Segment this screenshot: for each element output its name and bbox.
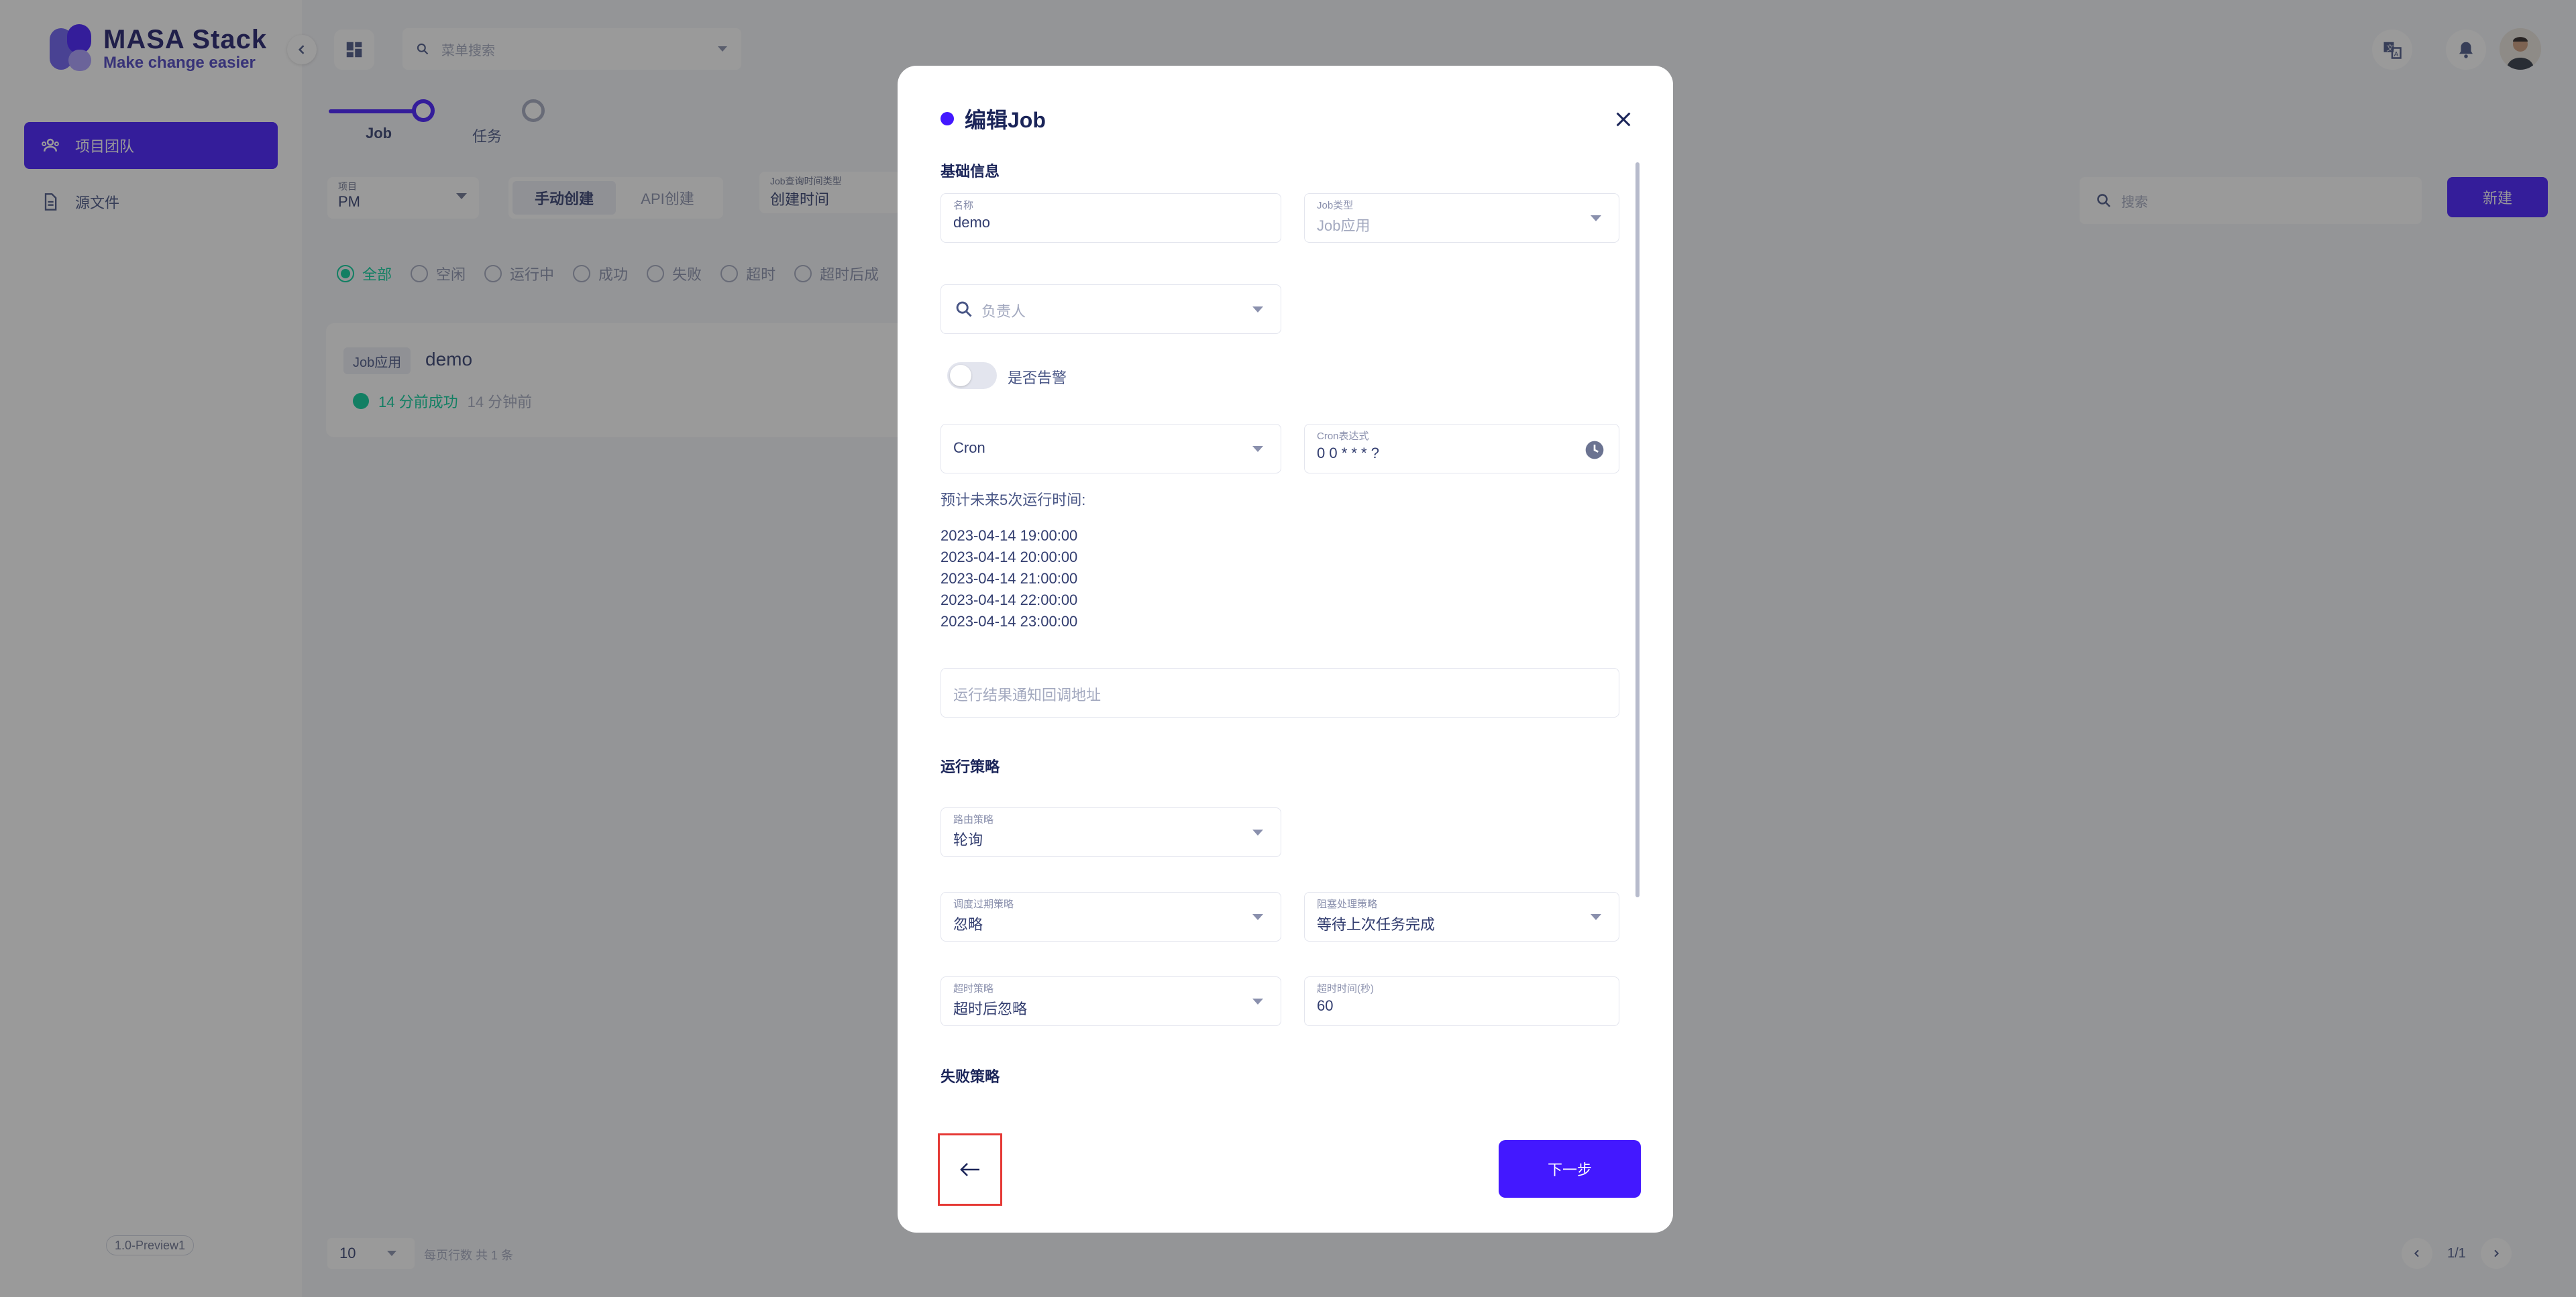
back-button[interactable] [938,1133,1002,1206]
section-basic-info: 基础信息 [941,163,1000,180]
run-preview-time: 2023-04-14 23:00:00 [941,613,1078,630]
name-field-label: 名称 [953,198,974,212]
close-icon [1616,112,1631,127]
arrow-left-icon [960,1163,979,1176]
route-strategy-select[interactable]: 路由策略 轮询 [941,807,1281,857]
dialog-scrollbar[interactable] [1635,162,1640,897]
block-strategy-label: 阻塞处理策略 [1317,897,1378,911]
callback-url-field[interactable]: 运行结果通知回调地址 [941,668,1619,718]
run-preview-time: 2023-04-14 22:00:00 [941,591,1078,608]
job-type-label: Job类型 [1317,198,1354,212]
run-preview-time: 2023-04-14 19:00:00 [941,527,1078,544]
callback-url-placeholder: 运行结果通知回调地址 [953,687,1102,703]
title-dot-icon [941,112,954,125]
name-field[interactable]: 名称 demo [941,193,1281,243]
owner-placeholder: 负责人 [981,303,1026,320]
clock-icon[interactable] [1584,439,1605,461]
section-run-strategy: 运行策略 [941,758,1000,775]
timeout-seconds-field[interactable]: 超时时间(秒) 60 [1304,976,1619,1026]
section-fail-strategy: 失败策略 [941,1068,1000,1085]
route-strategy-value: 轮询 [953,832,983,848]
job-type-value: Job应用 [1317,217,1371,234]
schedule-type-value: Cron [953,439,985,456]
name-field-value: demo [953,214,991,231]
block-strategy-value: 等待上次任务完成 [1317,916,1436,933]
dialog-header: 编辑Job [941,103,1046,134]
close-button[interactable] [1607,103,1640,135]
chevron-down-icon [1252,830,1263,836]
run-preview-title: 预计未来5次运行时间: [941,492,1086,508]
run-preview-time: 2023-04-14 21:00:00 [941,570,1078,587]
run-preview-time: 2023-04-14 20:00:00 [941,549,1078,565]
owner-select[interactable]: 负责人 [941,284,1281,334]
schedule-type-select[interactable]: Cron [941,424,1281,473]
alert-toggle-label: 是否告警 [1008,370,1067,386]
cron-expression-field[interactable]: Cron表达式 0 0 * * * ? [1304,424,1619,473]
job-type-select[interactable]: Job类型 Job应用 [1304,193,1619,243]
timeout-strategy-select[interactable]: 超时策略 超时后忽略 [941,976,1281,1026]
edit-job-dialog: 编辑Job 基础信息 名称 demo Job类型 Job应用 负责人 是否告警 … [898,66,1673,1233]
timeout-strategy-label: 超时策略 [953,981,994,995]
timeout-seconds-value: 60 [1317,997,1334,1014]
chevron-down-icon [1591,215,1601,221]
alert-toggle[interactable] [947,362,997,389]
chevron-down-icon [1252,914,1263,920]
timeout-strategy-value: 超时后忽略 [953,1001,1028,1017]
misfire-strategy-value: 忽略 [953,916,983,933]
timeout-seconds-label: 超时时间(秒) [1317,981,1374,995]
block-strategy-select[interactable]: 阻塞处理策略 等待上次任务完成 [1304,892,1619,942]
misfire-strategy-label: 调度过期策略 [953,897,1014,911]
misfire-strategy-select[interactable]: 调度过期策略 忽略 [941,892,1281,942]
search-icon [956,301,972,317]
next-step-button[interactable]: 下一步 [1499,1140,1641,1198]
route-strategy-label: 路由策略 [953,812,994,826]
chevron-down-icon [1252,999,1263,1005]
chevron-down-icon [1252,306,1263,313]
chevron-down-icon [1591,914,1601,920]
cron-field-value: 0 0 * * * ? [1317,445,1379,461]
chevron-down-icon [1252,446,1263,452]
cron-field-label: Cron表达式 [1317,429,1369,443]
dialog-title: 编辑Job [965,108,1046,132]
